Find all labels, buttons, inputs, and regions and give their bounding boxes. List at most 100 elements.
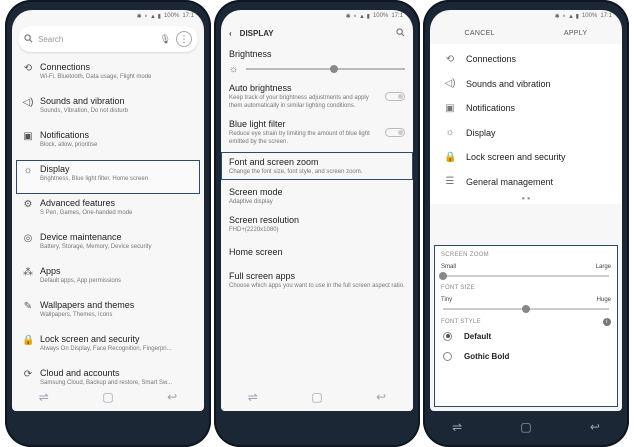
preview-label: Lock screen and security (466, 152, 566, 163)
preview-item-display: ☼ Display (430, 121, 622, 146)
back-icon[interactable]: ↩ (167, 390, 177, 404)
clock: 17:1 (182, 13, 194, 19)
phone-settings: ✱ ⚬ ▲ ▮ 100% 17:1 Search 🎙 ⋮ ⟲ Connectio… (5, 0, 211, 447)
item-subtitle: Always On Display, Face Recognition, Fin… (40, 346, 172, 352)
phone-font-zoom: ✱ ⚬ ▲ ▮ 100% 17:1 CANCEL APPLY ⟲ Connect… (423, 0, 629, 447)
settings-item-display[interactable]: ☼ Display Brightness, Blue light filter, … (16, 160, 200, 194)
home-icon[interactable]: ▢ (102, 390, 113, 404)
home-screen-item[interactable]: Home screen (221, 238, 413, 266)
settings-item-wallpapers[interactable]: ✎ Wallpapers and themes Wallpapers, Theme… (16, 296, 200, 330)
item-subtitle: Battery, Storage, Memory, Device securit… (40, 244, 152, 250)
lock-icon: 🔒 (444, 151, 457, 163)
screen-zoom-range-labels: Small Large (441, 264, 611, 270)
item-subtitle: Adaptive display (229, 199, 273, 205)
settings-item-sounds[interactable]: ◁) Sounds and vibration Sounds, Vibration… (16, 92, 200, 126)
page-title: DISPLAY (239, 28, 274, 38)
preview-label: Notifications (466, 103, 516, 114)
item-title: Auto brightness (229, 83, 292, 93)
more-options-icon[interactable]: ⋮ (176, 31, 192, 47)
brightness-track[interactable] (246, 65, 405, 73)
home-icon[interactable]: ▢ (311, 390, 322, 404)
preview-label: General management (466, 176, 554, 187)
settings-list: ⟲ Connections Wi-Fi, Bluetooth, Data usag… (12, 58, 204, 398)
item-title: Lock screen and security (40, 334, 140, 344)
preview-label: Sounds and vibration (466, 78, 551, 89)
item-title: Screen resolution (229, 215, 300, 225)
search-icon[interactable] (396, 27, 405, 39)
search-bar[interactable]: Search 🎙 ⋮ (18, 26, 198, 52)
microphone-icon[interactable]: 🎙 (160, 34, 171, 45)
brightness-slider[interactable]: ☼ (221, 60, 413, 78)
blue-light-toggle[interactable] (385, 127, 405, 137)
item-title: Font and screen zoom (229, 157, 319, 167)
sound-icon: ◁) (22, 97, 34, 108)
status-icons: ✱ ⚬ ▲ ▮ (345, 13, 370, 20)
font-screen-zoom-item[interactable]: Font and screen zoom Change the font siz… (221, 152, 413, 180)
back-icon[interactable]: ↩ (590, 420, 600, 434)
home-icon[interactable]: ▢ (520, 420, 531, 434)
lock-icon: 🔒 (22, 335, 35, 346)
preview-label: Connections (466, 54, 517, 65)
back-arrow-icon[interactable]: ‹ (229, 29, 232, 38)
item-subtitle: Wi-Fi, Bluetooth, Data usage, Flight mod… (40, 74, 152, 80)
preview-item-notifications: ▣ Notifications (430, 96, 622, 121)
font-size-slider[interactable] (443, 305, 609, 313)
brightness-thumb[interactable] (329, 65, 338, 73)
display-icon: ☼ (445, 127, 455, 139)
item-subtitle: Change the font size, font style, and sc… (229, 169, 363, 175)
settings-item-maintenance[interactable]: ◎ Device maintenance Battery, Storage, Me… (16, 228, 200, 262)
zoom-settings-panel: SCREEN ZOOM Small Large FONT SIZE Tiny H… (434, 245, 618, 407)
preview-list: ⟲ Connections ◁) Sounds and vibration ▣ … (430, 44, 622, 204)
recent-apps-icon[interactable]: ⇌ (452, 420, 462, 434)
brightness-label: Brightness (229, 49, 272, 59)
screen-zoom-thumb[interactable] (439, 272, 447, 280)
full-screen-apps-item[interactable]: Full screen apps Choose which apps you w… (221, 266, 413, 294)
status-bar: ✱ ⚬ ▲ ▮ 100% 17:1 (221, 10, 413, 22)
font-style-header: FONT STYLE i (441, 318, 611, 326)
connections-icon: ⟲ (23, 63, 33, 74)
blue-light-filter-item[interactable]: Blue light filter Reduce eye strain by l… (221, 114, 413, 150)
settings-screen: ✱ ⚬ ▲ ▮ 100% 17:1 Search 🎙 ⋮ ⟲ Connectio… (12, 10, 204, 411)
brightness-section: Brightness (221, 44, 413, 60)
auto-brightness-toggle[interactable] (385, 91, 405, 101)
option-label: Gothic Bold (464, 351, 510, 361)
battery-level: 100% (163, 13, 180, 19)
clock: 17:1 (600, 13, 612, 19)
item-title: Home screen (229, 247, 283, 257)
settings-item-advanced[interactable]: ⚙ Advanced features S Pen, Games, One-han… (16, 194, 200, 228)
search-input[interactable]: Search (38, 35, 155, 44)
item-subtitle: Sounds, Vibration, Do not disturb (40, 108, 128, 114)
auto-brightness-item[interactable]: Auto brightness Keep track of your brigh… (221, 78, 413, 114)
apps-icon: ⁂ (23, 267, 33, 278)
apply-button[interactable]: APPLY (564, 30, 588, 37)
settings-item-connections[interactable]: ⟲ Connections Wi-Fi, Bluetooth, Data usag… (16, 58, 200, 92)
back-icon[interactable]: ↩ (376, 390, 386, 404)
settings-item-apps[interactable]: ⁂ Apps Default apps, App permissions (16, 262, 200, 296)
radio-selected[interactable] (443, 331, 452, 341)
settings-item-lock[interactable]: 🔒 Lock screen and security Always On Disp… (16, 330, 200, 364)
info-icon[interactable]: i (603, 318, 611, 326)
item-title: Notifications (40, 130, 90, 140)
item-subtitle: Brightness, Blue light filter, Home scre… (40, 176, 149, 182)
screen-mode-item[interactable]: Screen mode Adaptive display (221, 182, 413, 210)
recent-apps-icon[interactable]: ⇌ (248, 390, 258, 404)
page-indicator: ● ● (521, 196, 531, 202)
item-subtitle: Choose which apps you want to use in the… (229, 283, 405, 289)
notifications-icon: ▣ (445, 102, 455, 114)
item-subtitle: S Pen, Games, One-handed mode (40, 210, 133, 216)
font-option-gothic-bold[interactable]: Gothic Bold (441, 346, 611, 366)
font-size-thumb[interactable] (522, 305, 530, 313)
status-icons: ✱ ⚬ ▲ ▮ (136, 13, 161, 20)
screen-resolution-item[interactable]: Screen resolution FHD+(2220x1080) (221, 210, 413, 238)
radio-unselected[interactable] (443, 351, 452, 361)
settings-item-notifications[interactable]: ▣ Notifications Block, allow, prioritise (16, 126, 200, 160)
font-option-default[interactable]: Default (441, 326, 611, 346)
screen-zoom-heading: SCREEN ZOOM (441, 252, 489, 258)
screen-zoom-slider[interactable] (439, 272, 609, 280)
font-zoom-screen: ✱ ⚬ ▲ ▮ 100% 17:1 CANCEL APPLY ⟲ Connect… (430, 10, 622, 411)
cancel-button[interactable]: CANCEL (465, 30, 495, 37)
recent-apps-icon[interactable]: ⇌ (39, 390, 49, 404)
battery-level: 100% (372, 13, 389, 19)
item-title: Screen mode (229, 187, 283, 197)
item-subtitle: Keep track of your brightness adjustment… (229, 95, 369, 109)
